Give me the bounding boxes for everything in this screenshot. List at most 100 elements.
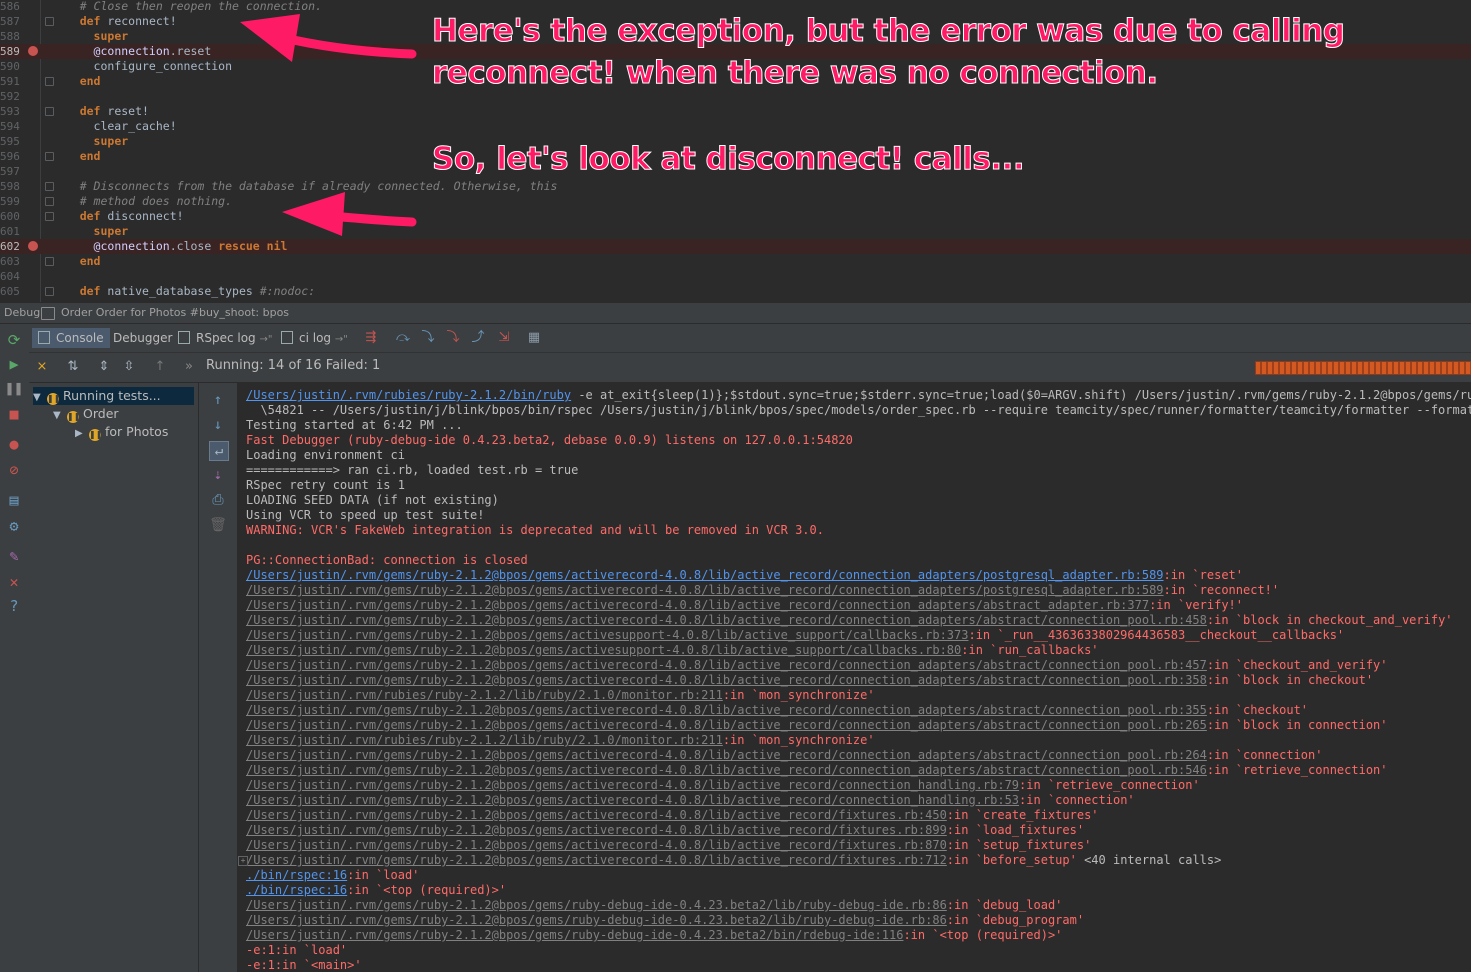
stack-trace-link[interactable]: /Users/justin/.rvm/gems/ruby-2.1.2@bpos/… [246,778,1019,792]
tab-console[interactable]: Console [32,328,110,348]
stack-trace-link[interactable]: /Users/justin/.rvm/gems/ruby-2.1.2@bpos/… [246,793,1019,807]
layout-icon[interactable]: ▤ [4,490,24,510]
console-line: /Users/justin/.rvm/gems/ruby-2.1.2@bpos/… [246,823,1085,837]
console-line: Using VCR to speed up test suite! [246,508,485,522]
console-line: /Users/justin/.rvm/gems/ruby-2.1.2@bpos/… [246,658,1388,672]
stack-trace-link[interactable]: /Users/justin/.rvm/gems/ruby-2.1.2@bpos/… [246,928,903,942]
console-line: /Users/justin/.rvm/gems/ruby-2.1.2@bpos/… [246,808,1099,822]
rerun-icon[interactable]: ⟳ [4,330,24,350]
annotation-line-3: So, let's look at disconnect! calls... [431,141,1025,178]
console-line: \54821 -- /Users/justin/j/blink/bpos/bin… [246,403,1471,417]
step-out-icon[interactable]: ⤴ [470,330,486,346]
debug-side-toolbar: ⟳ ▶ ❚❚ ■ ● ⊘ ▤ ⚙ ✎ ✕ ? [0,324,30,972]
stack-trace-link[interactable]: /Users/justin/.rvm/gems/ruby-2.1.2@bpos/… [246,658,1207,672]
scroll-up-icon[interactable]: ↑ [209,391,227,409]
tree-node-for-photos[interactable]: ▶ ❚❚ for Photos [75,423,168,441]
step-into-icon[interactable]: ⤵ [420,330,436,346]
stack-trace-link[interactable]: ./bin/rspec:16 [246,868,347,882]
stack-trace-link[interactable]: /Users/justin/.rvm/gems/ruby-2.1.2@bpos/… [246,898,947,912]
annotation-line-2: reconnect! when there was no connection. [432,55,1159,92]
evaluate-expression-icon[interactable]: ▦ [526,330,542,346]
arrow-to-disconnect [282,192,417,236]
print-icon[interactable]: ⎙ [209,491,227,509]
pause-icon[interactable]: ❚❚ [4,378,24,398]
stack-trace-link[interactable]: /Users/justin/.rvm/gems/ruby-2.1.2@bpos/… [246,643,961,657]
view-breakpoints-icon[interactable]: ● [4,434,24,454]
show-execution-point-icon[interactable]: ⇶ [363,330,379,346]
rspec-config-icon [41,307,55,320]
clear-all-icon[interactable]: 🗑 [209,516,227,534]
console-line: /Users/justin/.rvm/gems/ruby-2.1.2@bpos/… [246,613,1453,627]
console-line: /Users/justin/.rvm/rubies/ruby-2.1.2/lib… [246,733,875,747]
tab-ci-log[interactable]: ci log →" [275,328,354,348]
test-progress-bar [1255,361,1471,375]
previous-failed-icon[interactable]: ↑ [152,359,168,375]
stack-trace-link[interactable]: /Users/justin/.rvm/rubies/ruby-2.1.2/lib… [246,688,723,702]
stack-trace-link[interactable]: /Users/justin/.rvm/gems/ruby-2.1.2@bpos/… [246,718,1207,732]
expand-arrow-icon: ▼ [33,392,41,403]
file-icon [281,331,293,344]
sort-alpha-icon[interactable]: ⇅ [65,359,81,375]
console-line: /Users/justin/.rvm/gems/ruby-2.1.2@bpos/… [246,568,1244,582]
soft-wrap-icon[interactable]: ↵ [209,441,229,461]
console-output[interactable]: /Users/justin/.rvm/rubies/ruby-2.1.2/bin… [238,383,1471,972]
stack-trace-link[interactable]: /Users/justin/.rvm/gems/ruby-2.1.2@bpos/… [246,913,947,927]
scroll-to-end-icon[interactable]: ⇣ [209,466,227,484]
tree-node-root[interactable]: ▼ ❚❚ Running tests... [33,387,194,405]
tab-rspec-log[interactable]: RSpec log →" [172,328,278,348]
stack-trace-link[interactable]: /Users/justin/.rvm/gems/ruby-2.1.2@bpos/… [246,838,947,852]
tab-ci-log-label: ci log [299,331,332,345]
stack-trace-link[interactable]: /Users/justin/.rvm/gems/ruby-2.1.2@bpos/… [246,673,1207,687]
tab-console-label: Console [56,331,104,345]
tree-node-order[interactable]: ▼ ❚❚ Order [53,405,119,423]
running-icon: ❚❚ [47,393,61,405]
console-line: /Users/justin/.rvm/gems/ruby-2.1.2@bpos/… [246,628,1345,642]
stack-trace-link[interactable]: /Users/justin/.rvm/gems/ruby-2.1.2@bpos/… [246,598,1149,612]
settings-icon[interactable]: ⚙ [4,516,24,536]
run-to-cursor-icon[interactable]: ⇲ [496,330,512,346]
expand-internal-calls-icon[interactable]: + [238,856,248,866]
stack-trace-link[interactable]: /Users/justin/.rvm/gems/ruby-2.1.2@bpos/… [246,613,1207,627]
stack-trace-link[interactable]: /Users/justin/.rvm/gems/ruby-2.1.2@bpos/… [246,763,1207,777]
stack-trace-link[interactable]: /Users/justin/.rvm/rubies/ruby-2.1.2/lib… [246,733,723,747]
collapse-all-icon[interactable]: ⇳ [121,359,137,375]
file-icon [178,331,190,344]
step-over-icon[interactable]: ⤼ [395,330,411,346]
console-line: /Users/justin/.rvm/gems/ruby-2.1.2@bpos/… [246,598,1243,612]
stack-trace-link[interactable]: /Users/justin/.rvm/gems/ruby-2.1.2@bpos/… [246,703,1207,717]
test-status: Running: 14 of 16 Failed: 1 [206,358,381,373]
stack-trace-link[interactable]: /Users/justin/.rvm/gems/ruby-2.1.2@bpos/… [246,628,968,642]
internal-calls-link[interactable]: <40 internal calls> [1084,853,1221,867]
stop-icon[interactable]: ■ [4,404,24,424]
pin-icon[interactable]: ✎ [4,546,24,566]
stack-trace-link[interactable]: /Users/justin/.rvm/gems/ruby-2.1.2@bpos/… [246,853,947,867]
filter-icon[interactable]: ⨯ [34,359,50,375]
tab-debugger[interactable]: Debugger [107,328,178,348]
test-tree[interactable]: ▼ ❚❚ Running tests... ▼ ❚❚ Order ▶ ❚❚ for Phot… [29,383,203,972]
force-step-into-icon[interactable]: ⤵ [445,330,461,346]
console-line: /Users/justin/.rvm/gems/ruby-2.1.2@bpos/… [246,673,1374,687]
stack-trace-link[interactable]: /Users/justin/.rvm/gems/ruby-2.1.2@bpos/… [246,808,947,822]
mute-breakpoints-icon[interactable]: ⊘ [4,460,24,480]
console-line: -e:1:in `load' [246,943,348,957]
help-icon[interactable]: ? [4,596,24,616]
stack-trace-link[interactable]: /Users/justin/.rvm/gems/ruby-2.1.2@bpos/… [246,823,947,837]
stack-trace-link[interactable]: /Users/justin/.rvm/gems/ruby-2.1.2@bpos/… [246,568,1164,582]
stack-trace-link[interactable]: /Users/justin/.rvm/gems/ruby-2.1.2@bpos/… [246,583,1164,597]
tree-order-label: Order [83,406,119,421]
console-line: PG::ConnectionBad: connection is closed [246,553,528,567]
collapse-arrow-icon: ▶ [75,428,83,439]
close-icon[interactable]: ✕ [4,572,24,592]
scroll-down-icon[interactable]: ↓ [209,416,227,434]
console-line: /Users/justin/.rvm/gems/ruby-2.1.2@bpos/… [246,778,1200,792]
console-line: ./bin/rspec:16:in `load' [246,868,420,882]
stack-trace-link[interactable]: ./bin/rspec:16 [246,883,347,897]
expand-all-icon[interactable]: ⇕ [96,359,112,375]
console-icon [38,331,50,344]
console-line: Fast Debugger (ruby-debug-ide 0.4.23.bet… [246,433,853,447]
stack-trace-link[interactable]: /Users/justin/.rvm/rubies/ruby-2.1.2/bin… [246,388,571,402]
annotation-line-1: Here's the exception, but the error was … [432,13,1346,50]
resume-icon[interactable]: ▶ [4,354,24,374]
stack-trace-link[interactable]: /Users/justin/.rvm/gems/ruby-2.1.2@bpos/… [246,748,1207,762]
more-icon[interactable]: » [181,359,197,375]
